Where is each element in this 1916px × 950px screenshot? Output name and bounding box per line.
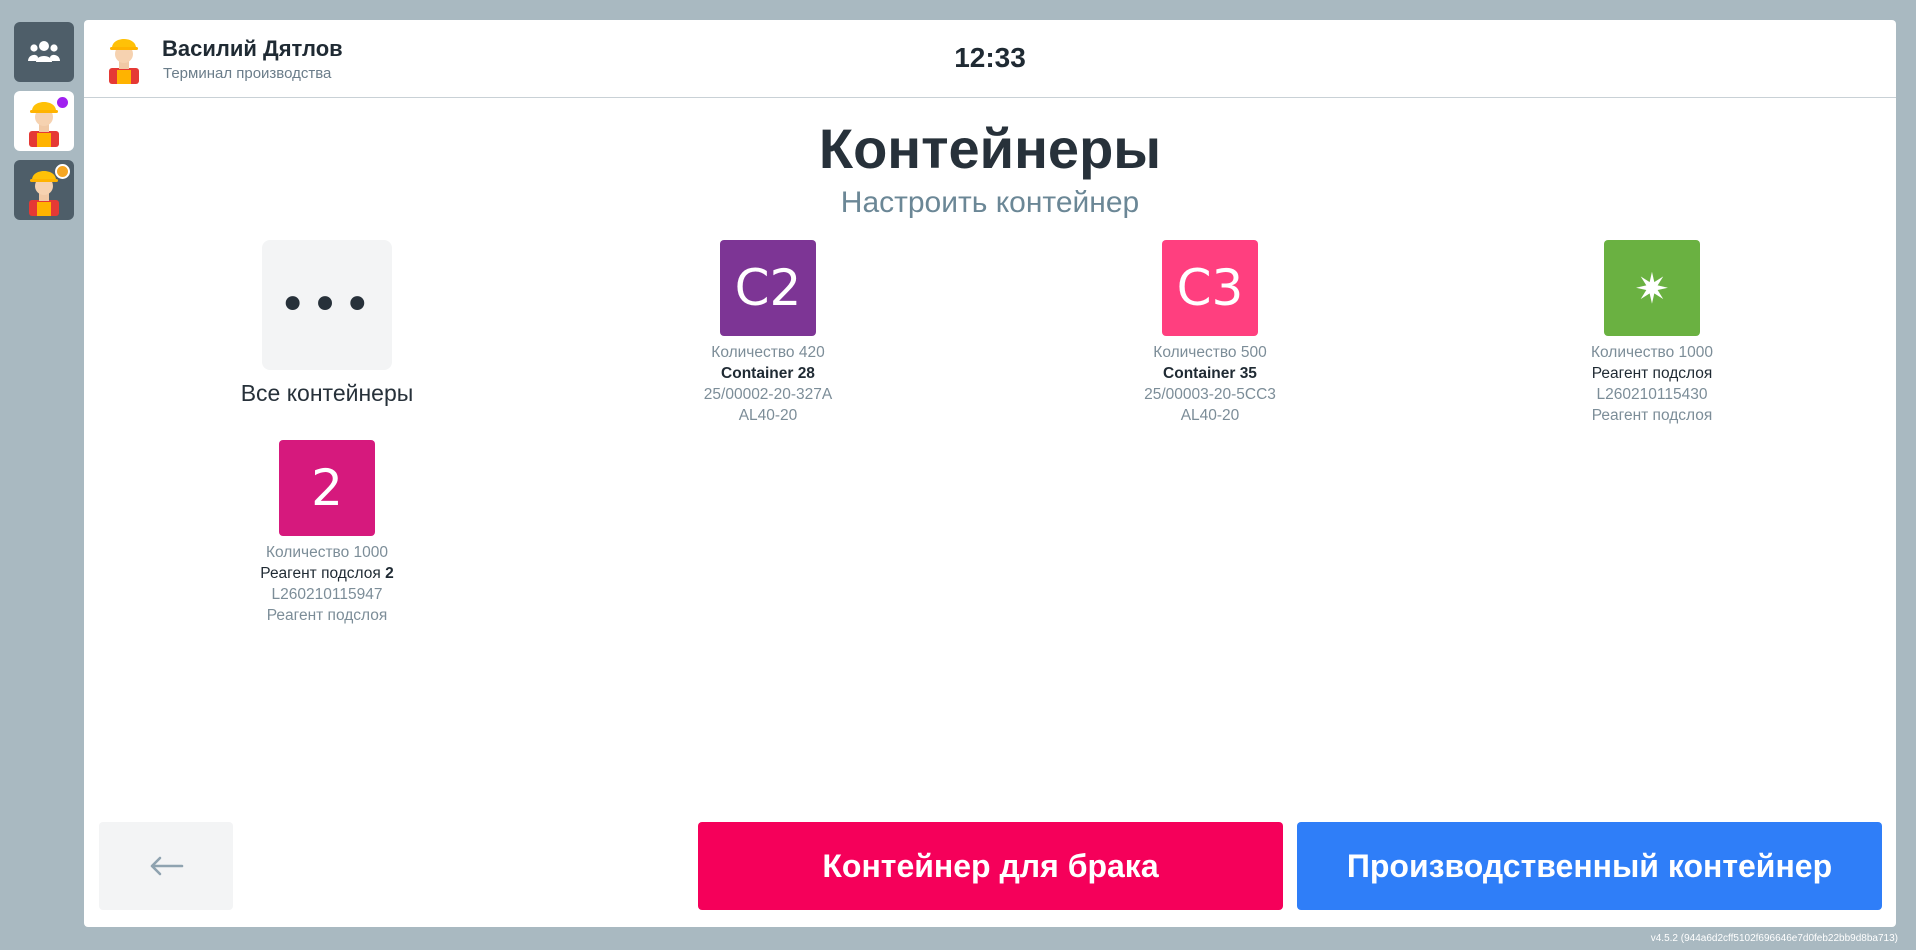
version-label: v4.5.2 (944a6d2cff5102f696646e7d0feb22bb… [1650, 933, 1898, 944]
container-name: Реагент подслоя [1591, 365, 1713, 382]
container-extra: Реагент подслоя [1591, 407, 1713, 424]
back-button[interactable] [99, 822, 233, 910]
container-extra: AL40-20 [738, 407, 798, 424]
container-badge[interactable]: ✷ [1604, 240, 1700, 336]
arrow-left-icon [150, 856, 184, 876]
page-title: Контейнеры [818, 117, 1162, 180]
all-containers-item[interactable]: ••• Все контейнеры [217, 240, 437, 407]
clock: 12:33 [954, 42, 1026, 73]
container-item[interactable]: C3 Количество 500 Container 35 25/00003-… [1100, 240, 1320, 426]
container-item[interactable]: ✷ Количество 1000 Реагент подслоя L26021… [1542, 240, 1762, 426]
container-code: 25/00002-20-327A [703, 386, 833, 403]
main-panel: Василий Дятлов Терминал производства 12:… [84, 20, 1896, 927]
container-code: 25/00003-20-5CC3 [1144, 386, 1276, 403]
container-name: Container 28 [721, 365, 815, 382]
page-subtitle: Настроить контейнер [840, 186, 1140, 219]
container-code: L260210115947 [271, 586, 383, 603]
container-quantity: Количество 1000 [1590, 344, 1714, 361]
sidebar [0, 0, 82, 950]
all-containers-label: Все контейнеры [240, 380, 414, 406]
container-quantity: Количество 420 [711, 344, 825, 361]
worker-avatar-button-2[interactable] [14, 160, 74, 220]
container-badge[interactable]: C3 [1162, 240, 1258, 336]
container-name-prefix: Реагент подслоя [260, 565, 386, 582]
production-container-button[interactable]: Производственный контейнер [1297, 822, 1882, 910]
container-name: Container 35 [1163, 365, 1257, 382]
container-name-suffix: 2 [385, 565, 394, 582]
container-extra: Реагент подслоя [266, 607, 388, 624]
container-item[interactable]: 2 Количество 1000 Реагент подслоя 2 L260… [217, 440, 437, 626]
users-group-icon [28, 41, 60, 62]
container-name: Реагент подслоя 2 [217, 563, 437, 584]
container-badge[interactable]: 2 [279, 440, 375, 536]
worker-avatar-button-1[interactable] [14, 91, 74, 151]
users-group-button[interactable] [14, 22, 74, 82]
more-icon[interactable]: ••• [262, 240, 392, 370]
container-code: L260210115430 [1596, 386, 1708, 403]
defect-container-button[interactable]: Контейнер для брака [698, 822, 1283, 910]
container-quantity: Количество 500 [1153, 344, 1267, 361]
container-quantity: Количество 1000 [265, 544, 389, 561]
status-dot [55, 164, 70, 179]
status-dot [55, 95, 70, 110]
container-item[interactable]: C2 Количество 420 Container 28 25/00002-… [658, 240, 878, 426]
header: Василий Дятлов Терминал производства 12:… [84, 20, 1896, 98]
container-badge[interactable]: C2 [720, 240, 816, 336]
container-extra: AL40-20 [1180, 407, 1240, 424]
